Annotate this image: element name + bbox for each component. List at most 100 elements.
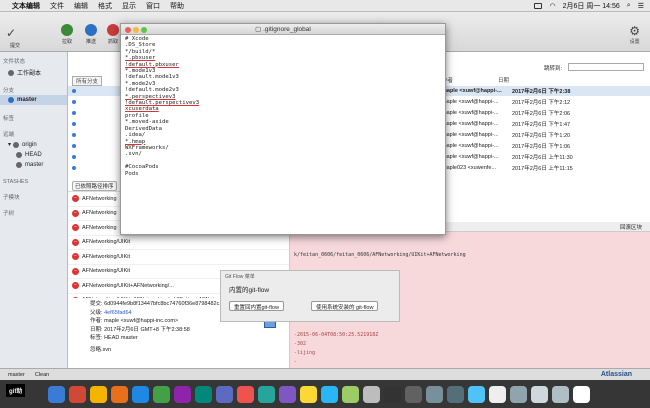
parent-link[interactable]: 4ef65fad64 bbox=[104, 310, 132, 316]
search-icon[interactable]: ⌕ bbox=[627, 2, 631, 10]
jump-to-input[interactable] bbox=[568, 63, 644, 71]
file-row[interactable]: − AFNetworking/UIKit bbox=[68, 236, 289, 250]
notes-icon[interactable] bbox=[300, 385, 317, 403]
branch-filter-dropdown[interactable]: 所有分支 bbox=[72, 76, 103, 86]
maps-icon[interactable] bbox=[195, 385, 212, 403]
applications-icon[interactable] bbox=[552, 385, 569, 403]
chrome-icon[interactable] bbox=[69, 385, 86, 403]
commit-date: 2017年2月6日 下午2:12 bbox=[512, 100, 571, 106]
downloads-icon[interactable] bbox=[510, 385, 527, 403]
minimize-button[interactable] bbox=[133, 27, 139, 33]
trash-icon[interactable] bbox=[573, 385, 590, 403]
removed-file-icon: − bbox=[72, 267, 79, 275]
detail-value: 2017年2月6日 GMT+8 下午2:38:58 bbox=[104, 326, 190, 333]
sort-by-path-button[interactable]: 已依照路径排序 bbox=[72, 180, 117, 191]
gear-icon: ⚙ bbox=[629, 24, 640, 38]
battery-icon[interactable] bbox=[534, 3, 543, 9]
gif-tool-label[interactable]: gif助 bbox=[6, 384, 26, 397]
sidebar-header-subtree[interactable]: 子树 bbox=[0, 206, 67, 218]
terminal-icon[interactable] bbox=[384, 385, 401, 403]
diff-line: -302 bbox=[294, 341, 307, 347]
graph-node-icon bbox=[72, 144, 76, 148]
removed-file-icon: − bbox=[72, 238, 79, 246]
file-path: AFNetworking/UIKit bbox=[82, 239, 130, 246]
sourcetree-icon[interactable] bbox=[426, 385, 443, 403]
textedit-icon[interactable] bbox=[447, 385, 464, 403]
detail-value: maple <xuwf@happi-inc.com> bbox=[104, 318, 179, 324]
close-button[interactable] bbox=[125, 27, 131, 33]
textedit-titlebar: ▢ .gitignore_global bbox=[121, 24, 445, 35]
sidebar-item-origin[interactable]: ▾ origin bbox=[0, 139, 67, 150]
file-row[interactable]: − AFNetworking/UIKit bbox=[68, 250, 289, 265]
messages-icon[interactable] bbox=[153, 385, 170, 403]
sidebar-header-tags[interactable]: 标签 bbox=[0, 111, 67, 123]
gitflow-title: Git Flow 菜单 bbox=[225, 274, 255, 280]
disclosure-triangle-icon[interactable]: ▾ bbox=[8, 141, 11, 148]
commit-check-icon[interactable]: ✓ bbox=[6, 26, 16, 40]
discard-hunk-button[interactable]: 回滚区块 bbox=[620, 223, 642, 231]
xcode-icon[interactable] bbox=[321, 385, 338, 403]
app-store-icon[interactable] bbox=[132, 385, 149, 403]
textedit-window: ▢ .gitignore_global # Xcode .DS_Store */bu… bbox=[120, 23, 446, 235]
menu-file[interactable]: 文件 bbox=[50, 1, 64, 11]
pull-label: 拉取 bbox=[61, 39, 72, 45]
graph-node-icon bbox=[72, 166, 76, 170]
sidebar-item-label: master bbox=[25, 162, 44, 168]
calendar-icon[interactable] bbox=[237, 385, 254, 403]
menu-edit[interactable]: 编辑 bbox=[74, 1, 88, 11]
diff-line: -2015-06-04T08:50:25.521918Z bbox=[294, 332, 379, 338]
preferences-icon[interactable] bbox=[363, 385, 380, 403]
documents-icon[interactable] bbox=[531, 385, 548, 403]
sidebar-item-remote-head[interactable]: HEAD bbox=[0, 150, 67, 160]
textedit-content[interactable]: # Xcode .DS_Store */build/* *.pbxuser !defau… bbox=[121, 35, 445, 178]
commit-author: maple <xuwf@happi-... bbox=[442, 88, 502, 94]
file-path: AFNetworking bbox=[82, 224, 117, 231]
atlassian-logo: Atlassian bbox=[600, 371, 632, 378]
folder-icon[interactable] bbox=[489, 385, 506, 403]
commit-date: 2017年2月6日 下午2:06 bbox=[512, 111, 571, 117]
sidebar-item-workspace[interactable]: 工作副本 bbox=[0, 66, 67, 79]
menu-app-name[interactable]: 文本编辑 bbox=[12, 1, 40, 11]
pull-button[interactable]: 拉取 bbox=[54, 24, 80, 45]
commit-date: 2017年2月6日 下午1:20 bbox=[512, 133, 571, 139]
safari-icon[interactable] bbox=[111, 385, 128, 403]
diff-line: -lijing bbox=[294, 350, 316, 356]
list-icon[interactable]: ☰ bbox=[638, 2, 644, 10]
sidebar-item-label: master bbox=[17, 97, 37, 103]
detail-tags: 标签: HEAD master bbox=[90, 334, 287, 343]
facetime-icon[interactable] bbox=[258, 385, 275, 403]
finder-icon[interactable] bbox=[48, 385, 65, 403]
sidebar-header-branches: 分支 bbox=[3, 88, 15, 94]
music-icon[interactable] bbox=[174, 385, 191, 403]
menu-view[interactable]: 显示 bbox=[122, 1, 136, 11]
menu-help[interactable]: 帮助 bbox=[170, 1, 184, 11]
system-gitflow-button[interactable]: 使用系统安装的 git-flow bbox=[311, 301, 379, 311]
graph-node-icon bbox=[72, 100, 76, 104]
push-icon bbox=[85, 24, 97, 36]
column-date[interactable]: 日期 bbox=[498, 76, 509, 84]
graph-node-icon bbox=[72, 133, 76, 137]
numbers-icon[interactable] bbox=[342, 385, 359, 403]
commit-button[interactable]: 提交 bbox=[2, 40, 28, 49]
mail-icon[interactable] bbox=[216, 385, 233, 403]
detail-label: 作者: bbox=[90, 318, 103, 324]
photos-icon[interactable] bbox=[90, 385, 107, 403]
qq-icon[interactable] bbox=[468, 385, 485, 403]
menu-format[interactable]: 格式 bbox=[98, 1, 112, 11]
activity-icon[interactable] bbox=[405, 385, 422, 403]
wifi-icon[interactable]: ◠ bbox=[549, 2, 555, 10]
menubar-clock[interactable]: 2月6日 周一 14:56 bbox=[563, 1, 620, 11]
commit-message: 忽略.svn bbox=[90, 346, 112, 353]
sidebar-header-submodules[interactable]: 子模块 bbox=[0, 190, 67, 202]
settings-button[interactable]: ⚙ 设置 bbox=[629, 24, 640, 45]
file-path: AFNetworking/UIKit bbox=[82, 268, 130, 275]
branch-icon bbox=[8, 97, 14, 103]
reset-gitflow-button[interactable]: 重置回内置git-flow bbox=[229, 301, 284, 311]
zoom-button[interactable] bbox=[141, 27, 147, 33]
sidebar-item-remote-master[interactable]: master bbox=[0, 160, 67, 170]
menu-window[interactable]: 窗口 bbox=[146, 1, 160, 11]
podcasts-icon[interactable] bbox=[279, 385, 296, 403]
sidebar-header-stashes[interactable]: STASHES bbox=[0, 176, 67, 186]
sidebar-item-master[interactable]: master bbox=[0, 95, 67, 105]
removed-file-icon: − bbox=[72, 253, 79, 261]
